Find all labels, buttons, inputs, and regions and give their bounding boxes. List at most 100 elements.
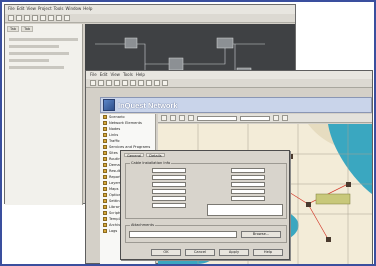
- toolbar-button[interactable]: [90, 80, 96, 86]
- map-toolbar: [158, 114, 372, 123]
- folder-icon: [103, 115, 107, 119]
- back-left-tabs: Tab Tab: [5, 24, 82, 34]
- help-button[interactable]: Help: [253, 249, 283, 256]
- folder-icon: [103, 181, 107, 185]
- toolbar-button[interactable]: [106, 80, 112, 86]
- back-menu-item[interactable]: Window: [66, 6, 82, 13]
- form-row: [128, 202, 186, 208]
- form-row: [128, 188, 186, 194]
- toolbar-button[interactable]: [138, 80, 144, 86]
- folder-icon: [103, 145, 107, 149]
- back-menu-item[interactable]: Edit: [17, 6, 25, 13]
- form-row: [207, 188, 265, 194]
- cancel-button[interactable]: Cancel: [185, 249, 215, 256]
- folder-icon: [103, 151, 107, 155]
- panel-row: [9, 38, 78, 41]
- toolbar-button[interactable]: [130, 80, 136, 86]
- mid-menu-item[interactable]: View: [110, 72, 120, 78]
- toolbar-button[interactable]: [146, 80, 152, 86]
- browse-button[interactable]: Browse...: [241, 231, 281, 238]
- toolbar-button[interactable]: [162, 80, 168, 86]
- tree-item-label: Maps: [109, 187, 119, 191]
- cable-properties-dialog: General Details Cable Installation Info …: [120, 150, 290, 260]
- folder-icon: [103, 163, 107, 167]
- map-tool-button[interactable]: [161, 115, 167, 121]
- toolbar-button[interactable]: [64, 15, 70, 21]
- tree-item-label: Scenario: [109, 115, 125, 119]
- back-menu-bar: File Edit View Project Tools Window Help: [5, 5, 295, 14]
- group-title: Attachments: [130, 223, 155, 227]
- back-menu-item[interactable]: Project: [38, 6, 52, 13]
- panel-row: [9, 66, 64, 69]
- text-field[interactable]: [231, 167, 265, 173]
- text-field[interactable]: [152, 174, 186, 180]
- toolbar-button[interactable]: [16, 15, 22, 21]
- mid-menu-item[interactable]: Tools: [123, 72, 133, 78]
- toolbar-button[interactable]: [48, 15, 54, 21]
- tree-item-label: Services and Programs: [109, 145, 151, 149]
- toolbar-button[interactable]: [122, 80, 128, 86]
- back-menu-item[interactable]: Tools: [54, 6, 64, 13]
- tree-item-label: Traffic: [109, 139, 120, 143]
- ok-button[interactable]: OK: [151, 249, 181, 256]
- toolbar-button[interactable]: [114, 80, 120, 86]
- map-tool-button[interactable]: [282, 115, 288, 121]
- text-field[interactable]: [152, 188, 186, 194]
- text-field[interactable]: [152, 167, 186, 173]
- map-tool-button[interactable]: [170, 115, 176, 121]
- toolbar-button[interactable]: [56, 15, 62, 21]
- apply-button[interactable]: Apply: [219, 249, 249, 256]
- folder-icon: [103, 121, 107, 125]
- folder-icon: [103, 217, 107, 221]
- back-left-tab[interactable]: Tab: [7, 26, 20, 32]
- mid-menu-item[interactable]: Help: [136, 72, 145, 78]
- panel-row: [9, 52, 69, 55]
- form-row: [128, 195, 186, 201]
- attachment-path-field[interactable]: [129, 231, 237, 238]
- mid-toolbar: [86, 79, 372, 88]
- map-scale-field[interactable]: [240, 115, 270, 121]
- group-title: Cable Installation Info: [130, 161, 172, 165]
- text-field[interactable]: [231, 195, 265, 201]
- tree-item-label: Sites: [109, 151, 118, 155]
- text-field[interactable]: [152, 202, 186, 208]
- text-field[interactable]: [231, 188, 265, 194]
- text-field[interactable]: [152, 181, 186, 187]
- folder-icon: [103, 133, 107, 137]
- mid-menu-item[interactable]: Edit: [100, 72, 108, 78]
- dialog-tab[interactable]: Details: [146, 153, 165, 158]
- inquest-logo-icon: [103, 99, 115, 111]
- mid-menu-item[interactable]: File: [90, 72, 97, 78]
- tree-item-label: Links: [109, 133, 119, 137]
- folder-icon: [103, 229, 107, 233]
- form-row: [128, 167, 186, 173]
- back-menu-item[interactable]: View: [26, 6, 36, 13]
- toolbar-button[interactable]: [154, 80, 160, 86]
- text-field[interactable]: [231, 174, 265, 180]
- folder-icon: [103, 211, 107, 215]
- form-row: [207, 167, 265, 173]
- text-field[interactable]: [231, 181, 265, 187]
- folder-icon: [103, 199, 107, 203]
- app-title: InQuest Network: [118, 100, 178, 110]
- back-menu-item[interactable]: File: [8, 6, 15, 13]
- folder-icon: [103, 139, 107, 143]
- map-tool-button[interactable]: [188, 115, 194, 121]
- panel-row: [9, 45, 59, 48]
- back-toolbar: [5, 14, 295, 23]
- back-left-tab[interactable]: Tab: [21, 26, 34, 32]
- toolbar-button[interactable]: [98, 80, 104, 86]
- map-tool-button[interactable]: [273, 115, 279, 121]
- notes-box[interactable]: [207, 204, 283, 216]
- folder-icon: [103, 175, 107, 179]
- back-menu-item[interactable]: Help: [83, 6, 92, 13]
- toolbar-button[interactable]: [8, 15, 14, 21]
- map-layer-select[interactable]: [197, 115, 237, 121]
- toolbar-button[interactable]: [32, 15, 38, 21]
- dialog-tab[interactable]: General: [124, 153, 145, 158]
- toolbar-button[interactable]: [24, 15, 30, 21]
- map-tool-button[interactable]: [179, 115, 185, 121]
- toolbar-button[interactable]: [40, 15, 46, 21]
- form-row: [207, 195, 265, 201]
- text-field[interactable]: [152, 195, 186, 201]
